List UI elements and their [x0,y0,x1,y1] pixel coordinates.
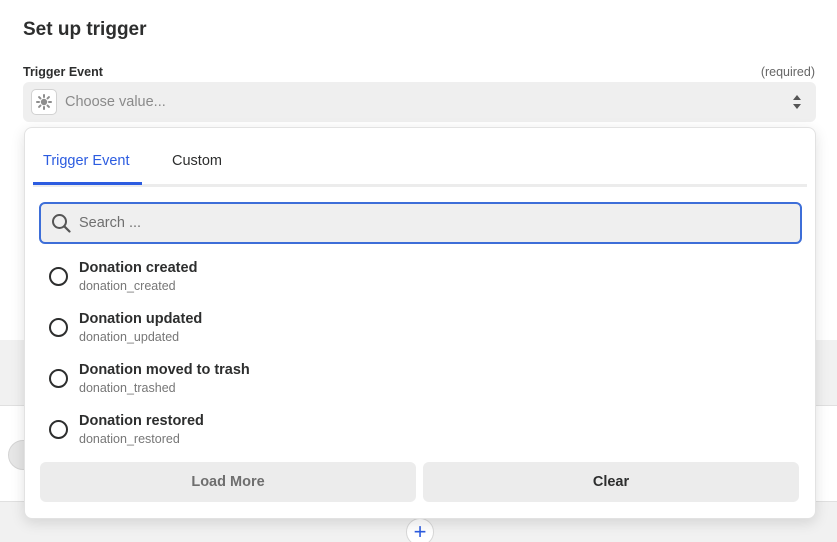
load-more-button[interactable]: Load More [40,462,416,502]
list-item[interactable]: Donation moved to trash donation_trashed [47,360,787,406]
list-item[interactable]: Donation restored donation_restored [47,411,787,457]
sort-arrows-icon [793,95,801,109]
list-item[interactable]: Donation updated donation_updated [47,309,787,355]
add-step-button[interactable]: + [406,518,434,542]
active-tab-indicator [33,182,142,185]
list-item[interactable]: Donation created donation_created [47,258,787,304]
trigger-event-dropdown: Trigger Event Custom Donation created do… [24,127,816,519]
option-label: Donation created [79,260,198,276]
option-label: Donation restored [79,413,204,429]
radio-button[interactable] [49,420,68,439]
dropdown-tabs: Trigger Event Custom [33,128,807,187]
option-key: donation_created [79,279,176,293]
search-box [39,202,802,244]
clear-button[interactable]: Clear [423,462,799,502]
search-icon [52,214,71,233]
gear-icon [31,89,57,115]
search-input[interactable] [79,204,800,242]
radio-button[interactable] [49,267,68,286]
page-title: Set up trigger [23,19,147,40]
option-key: donation_trashed [79,381,176,395]
trigger-event-select[interactable]: Choose value... [23,82,816,122]
option-key: donation_updated [79,330,180,344]
radio-button[interactable] [49,369,68,388]
option-label: Donation updated [79,311,203,327]
trigger-event-label: Trigger Event [23,65,103,79]
option-key: donation_restored [79,432,180,446]
tab-trigger-event[interactable]: Trigger Event [43,153,130,169]
option-label: Donation moved to trash [79,362,250,378]
select-placeholder: Choose value... [65,94,166,110]
radio-button[interactable] [49,318,68,337]
required-indicator: (required) [760,65,815,79]
tab-custom[interactable]: Custom [172,153,222,169]
